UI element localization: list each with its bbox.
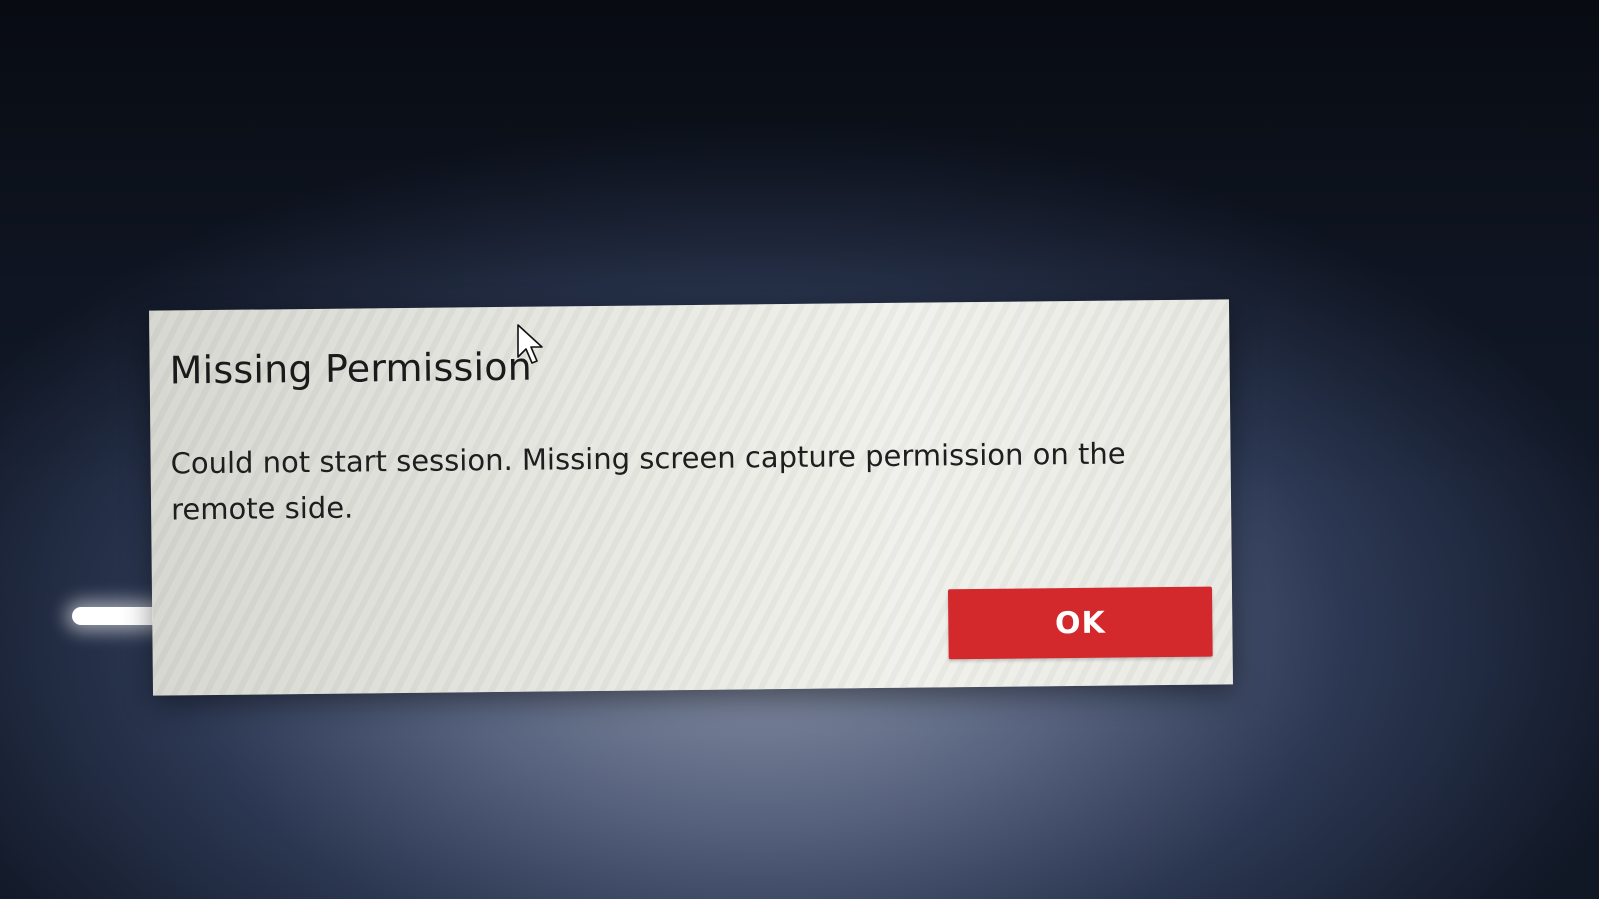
screen-glare <box>72 607 164 625</box>
missing-permission-dialog: Missing Permission Could not start sessi… <box>149 299 1233 696</box>
dialog-title: Missing Permission <box>169 344 533 393</box>
mouse-pointer-icon <box>517 324 543 364</box>
ok-button[interactable]: OK <box>947 586 1213 660</box>
dialog-message: Could not start session. Missing screen … <box>170 436 1126 527</box>
